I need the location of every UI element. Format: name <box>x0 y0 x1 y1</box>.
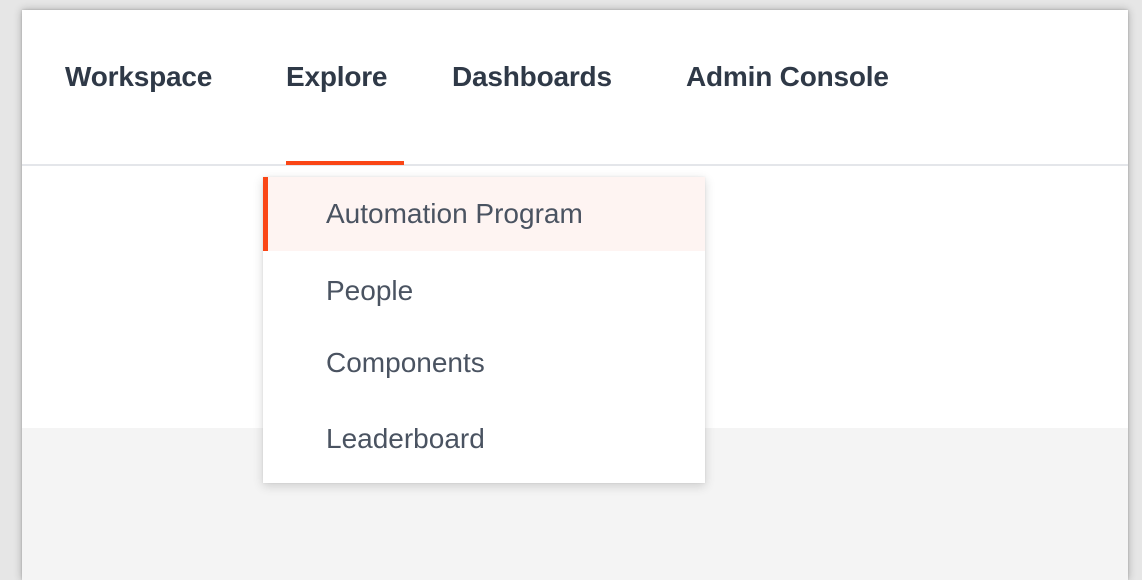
menu-item-automation-program[interactable]: Automation Program <box>263 177 705 251</box>
explore-dropdown-menu: Automation Program People Components Lea… <box>263 177 705 483</box>
menu-item-people[interactable]: People <box>263 254 705 328</box>
nav-item-explore[interactable]: Explore <box>286 61 388 93</box>
menu-item-leaderboard[interactable]: Leaderboard <box>263 402 705 476</box>
active-nav-indicator <box>286 161 404 165</box>
nav-item-dashboards[interactable]: Dashboards <box>452 61 612 93</box>
menu-item-components[interactable]: Components <box>263 326 705 400</box>
nav-item-workspace[interactable]: Workspace <box>65 61 212 93</box>
top-navigation-bar: Workspace Explore Dashboards Admin Conso… <box>22 10 1128 166</box>
app-window: Workspace Explore Dashboards Admin Conso… <box>22 10 1128 580</box>
nav-item-admin-console[interactable]: Admin Console <box>686 61 889 93</box>
